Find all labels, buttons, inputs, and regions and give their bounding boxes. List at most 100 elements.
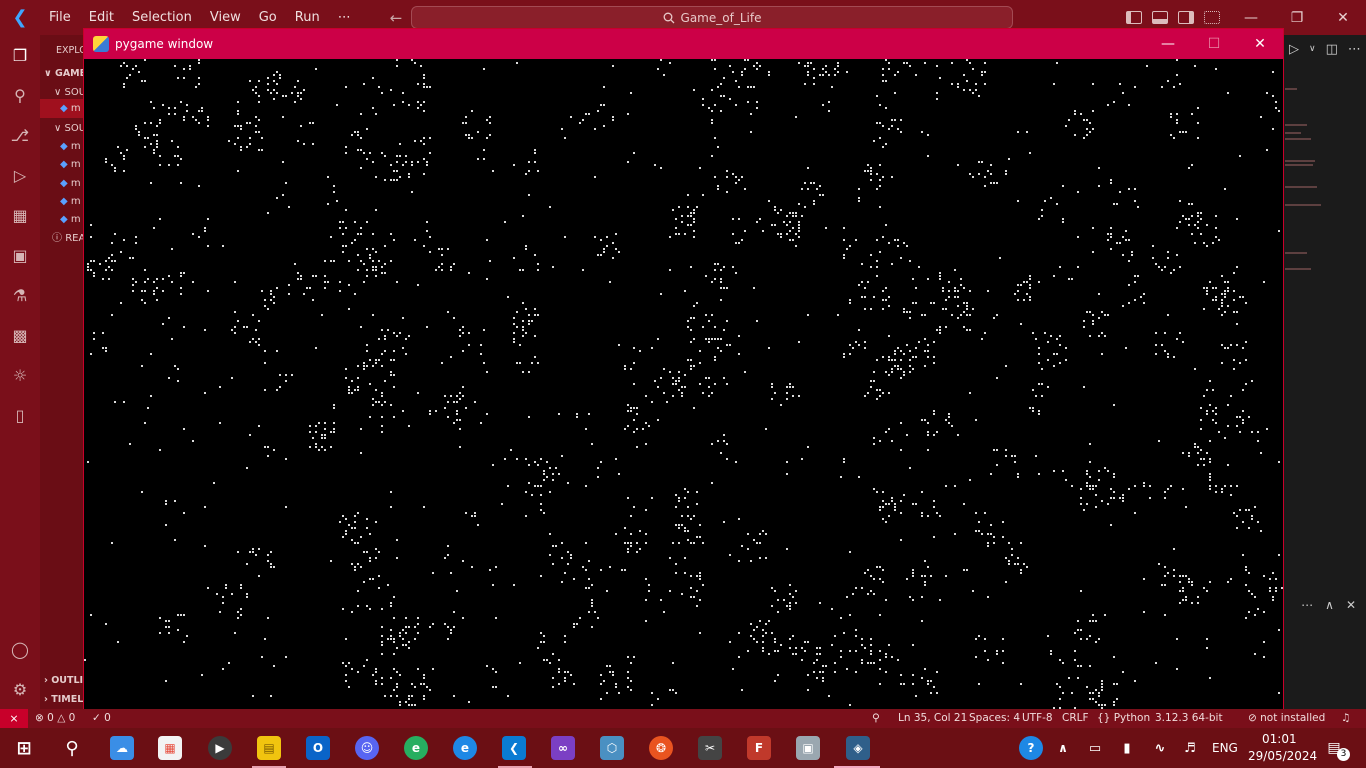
- end-of-line[interactable]: CRLF: [1062, 709, 1089, 728]
- outline-section[interactable]: › OUTLI: [44, 671, 83, 690]
- visual-studio-icon[interactable]: ∞: [551, 736, 575, 760]
- live-cell: [789, 221, 791, 223]
- chevron-down-icon[interactable]: ∨: [1309, 44, 1316, 54]
- readme-row[interactable]: ⓘ REA: [52, 229, 85, 248]
- weather-widget-icon[interactable]: ☁: [110, 736, 134, 760]
- command-center-search[interactable]: Game_of_Life: [411, 6, 1013, 29]
- zoom-icon[interactable]: ⚲: [872, 709, 880, 728]
- back-arrow-icon[interactable]: ←: [390, 9, 403, 27]
- search-icon[interactable]: ⚲: [60, 736, 84, 760]
- ports-indicator[interactable]: ✓ 0: [92, 709, 111, 728]
- edge-browser-icon[interactable]: e: [453, 736, 477, 760]
- more-actions-icon[interactable]: ⋯: [1301, 598, 1313, 612]
- discord-icon[interactable]: ☺: [355, 736, 379, 760]
- app-settings-icon[interactable]: F: [747, 736, 771, 760]
- toggle-panel-icon[interactable]: [1152, 11, 1168, 24]
- folder-row[interactable]: ∨ SOU: [54, 119, 86, 138]
- live-cell: [1158, 440, 1160, 442]
- python-taskbar-icon[interactable]: ◈: [846, 736, 870, 760]
- virtualbox-icon[interactable]: ⬡: [600, 736, 624, 760]
- live-cell: [882, 176, 884, 178]
- file-row[interactable]: ◆ m: [60, 174, 81, 193]
- settings-gear-icon[interactable]: ⚙: [9, 678, 31, 700]
- pygame-window[interactable]: pygame window — ☐ ✕: [83, 28, 1284, 710]
- close-button[interactable]: ✕: [1320, 0, 1366, 35]
- live-cell: [876, 398, 878, 400]
- source-control-icon[interactable]: ⎇: [9, 124, 31, 146]
- live-cell: [381, 152, 383, 154]
- help-icon[interactable]: ?: [1019, 736, 1043, 760]
- run-debug-icon[interactable]: ▷: [9, 164, 31, 186]
- chevron-up-icon[interactable]: ∧: [1051, 736, 1075, 760]
- windows-start-icon[interactable]: ⊞: [12, 736, 36, 760]
- toggle-secondary-sidebar-icon[interactable]: [1178, 11, 1194, 24]
- testing-icon[interactable]: ⚗: [9, 284, 31, 306]
- input-language[interactable]: ENG: [1212, 741, 1238, 755]
- file-row[interactable]: ◆ m: [60, 155, 81, 174]
- live-cell: [468, 701, 470, 703]
- cursor-position[interactable]: Ln 35, Col 21: [898, 709, 967, 728]
- workspace-name: GAME: [55, 68, 87, 79]
- ubuntu-icon[interactable]: ❂: [649, 736, 673, 760]
- problems-indicator[interactable]: ⊗ 0 △ 0: [35, 709, 75, 728]
- live-cell: [315, 347, 317, 349]
- live-cell: [534, 335, 536, 337]
- remote-explorer-icon[interactable]: ▣: [9, 244, 31, 266]
- clock-time[interactable]: 01:01: [1262, 732, 1297, 746]
- encoding[interactable]: UTF-8: [1022, 709, 1053, 728]
- edge-icon[interactable]: ☼: [9, 364, 31, 386]
- notifications-bell-icon[interactable]: ♫: [1341, 709, 1350, 728]
- pygame-close-button[interactable]: ✕: [1237, 29, 1283, 59]
- toggle-sidebar-icon[interactable]: [1126, 11, 1142, 24]
- display-icon[interactable]: ▭: [1083, 736, 1107, 760]
- maximize-panel-icon[interactable]: ∧: [1325, 598, 1334, 612]
- volume-icon[interactable]: ♬: [1178, 736, 1202, 760]
- close-panel-icon[interactable]: ✕: [1346, 598, 1356, 612]
- live-cell: [573, 623, 575, 625]
- outlook-icon[interactable]: O: [306, 736, 330, 760]
- extensions-icon[interactable]: ▦: [9, 204, 31, 226]
- search-icon[interactable]: ⚲: [9, 84, 31, 106]
- live-cell: [699, 362, 701, 364]
- game-of-life-canvas[interactable]: [84, 59, 1283, 709]
- python-interpreter[interactable]: 3.12.3 64-bit: [1155, 709, 1223, 728]
- file-explorer-icon[interactable]: ▤: [257, 736, 281, 760]
- live-cell: [381, 608, 383, 610]
- explorer-icon[interactable]: ❐: [9, 44, 31, 66]
- file-row[interactable]: ◆ m: [60, 210, 81, 229]
- timeline-section[interactable]: › TIMEL: [44, 690, 83, 709]
- live-cell: [1119, 191, 1121, 193]
- microsoft-store-icon[interactable]: ▦: [158, 736, 182, 760]
- split-editor-icon[interactable]: ◫: [1326, 42, 1338, 57]
- run-file-icon[interactable]: ▷: [1289, 42, 1299, 57]
- indentation[interactable]: Spaces: 4: [969, 709, 1020, 728]
- edge-dev-icon[interactable]: e: [404, 736, 428, 760]
- minimap[interactable]: [1285, 80, 1325, 280]
- account-icon[interactable]: ◯: [9, 638, 31, 660]
- docker-icon[interactable]: ▩: [9, 324, 31, 346]
- language-mode[interactable]: {} Python: [1097, 709, 1150, 728]
- vscode-taskbar-icon[interactable]: ❮: [502, 736, 526, 760]
- live-cell: [705, 275, 707, 277]
- wifi-icon[interactable]: ∿: [1148, 736, 1172, 760]
- remote-desktop-icon[interactable]: ▣: [796, 736, 820, 760]
- file-row[interactable]: ◆ m: [60, 137, 81, 156]
- file-row[interactable]: ◆ m: [60, 192, 81, 211]
- chat-icon[interactable]: ▯: [9, 404, 31, 426]
- snipping-tool-icon[interactable]: ✂: [698, 736, 722, 760]
- live-cell: [795, 212, 797, 214]
- pygame-titlebar[interactable]: pygame window — ☐ ✕: [84, 29, 1283, 59]
- battery-icon[interactable]: ▮: [1115, 736, 1139, 760]
- media-player-icon[interactable]: ▶: [208, 736, 232, 760]
- menu-file[interactable]: File: [40, 0, 80, 35]
- remote-indicator-icon[interactable]: ⨯: [0, 709, 28, 728]
- more-actions-icon[interactable]: ⋯: [1348, 42, 1361, 57]
- lint-status[interactable]: ⊘ not installed: [1248, 709, 1325, 728]
- workspace-section[interactable]: ∨ GAME: [44, 64, 86, 83]
- live-cell: [789, 383, 791, 385]
- clock-date[interactable]: 29/05/2024: [1248, 749, 1317, 763]
- live-cell: [522, 326, 524, 328]
- customize-layout-icon[interactable]: [1204, 11, 1220, 24]
- live-cell: [1257, 440, 1259, 442]
- pygame-minimize-button[interactable]: —: [1145, 29, 1191, 59]
